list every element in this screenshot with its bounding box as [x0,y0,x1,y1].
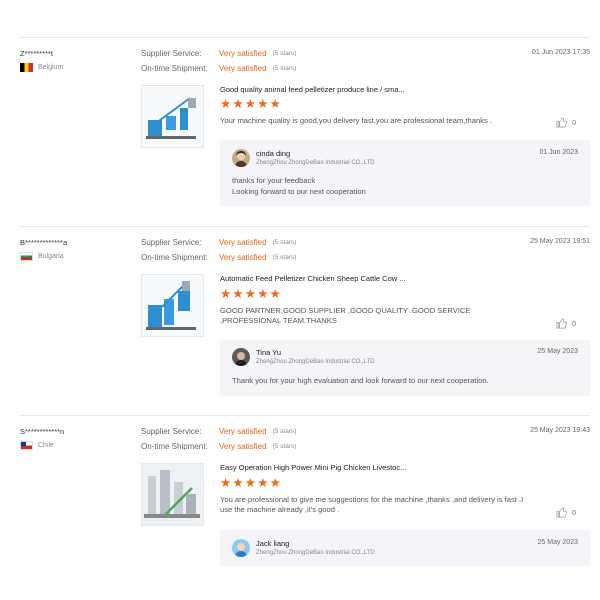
shipment-stars: (5 stars) [272,443,297,450]
reply-date: 25 May 2023 [537,539,578,546]
reply-date: 01 Jun 2023 [539,149,578,156]
product-title-link[interactable]: Easy Operation High Power Mini Pig Chick… [220,463,406,472]
like-button[interactable]: 0 [556,117,576,128]
supplier-service-value: Very satisfied [219,49,267,58]
reply-author: cinda ding [256,149,291,158]
chile-flag-icon [20,441,33,450]
review-card: S************n Chile Supplier Service: V… [0,415,600,595]
supplier-service-label: Supplier Service: [141,238,202,247]
rating-stars: ★★★★★ [220,97,283,111]
shipment-label: On-time Shipment: [141,64,208,73]
supplier-reply: Jack liang ZhengZhou ZhongDeBao Industri… [220,530,590,566]
reply-author: Jack liang [256,539,290,548]
supplier-reply: cinda ding ZhengZhou ZhongDeBao Industri… [220,140,590,206]
buyer-country: Bulgaria [20,252,64,261]
like-button[interactable]: 0 [556,507,576,518]
rating-stars: ★★★★★ [220,287,283,301]
avatar [232,539,250,557]
shipment-stars: (5 stars) [272,254,297,261]
review-date: 01 Jun 2023 17:35 [532,49,590,56]
reply-text-line: Looking forward to our next cooperation [232,187,366,196]
thumbs-up-icon [556,117,567,128]
reply-date: 25 May 2023 [537,348,578,355]
divider [20,415,590,416]
supplier-service-row: Supplier Service: Very satisfied (5 star… [141,238,296,247]
review-comment: You are professional to give me suggesti… [220,495,524,514]
like-count: 0 [572,319,577,328]
supplier-service-stars: (5 stars) [272,50,297,57]
shipment-row: On-time Shipment: Very satisfied (5 star… [141,442,296,451]
shipment-label: On-time Shipment: [141,253,208,262]
rating-stars: ★★★★★ [220,476,283,490]
review-date: 25 May 2023 19:43 [530,427,590,434]
review-comment: Your machine quality is good,you deliver… [220,116,492,125]
avatar [232,149,250,167]
pellet-machine-image [146,97,196,139]
buyer-name: S************n [20,427,65,436]
avatar [232,348,250,366]
supplier-service-stars: (5 stars) [272,428,297,435]
like-button[interactable]: 0 [556,318,576,329]
review-comment: GOOD PARTNER,GOOD SUPPLIER ,GOOD QUALITY… [220,306,471,325]
shipment-value: Very satisfied [219,64,267,73]
pellet-machine-image [146,281,196,330]
supplier-service-value: Very satisfied [219,427,267,436]
supplier-reply: Tina Yu ZhengZhou ZhongDeBao Industrial … [220,340,590,396]
product-title-link[interactable]: Automatic Feed Pelletizer Chicken Sheep … [220,274,406,283]
shipment-stars: (5 stars) [272,65,297,72]
buyer-country: Chile [20,441,54,450]
supplier-service-row: Supplier Service: Very satisfied (5 star… [141,49,296,58]
supplier-service-row: Supplier Service: Very satisfied (5 star… [141,427,296,436]
shipment-value: Very satisfied [219,253,267,262]
product-thumbnail[interactable] [141,85,204,148]
buyer-name: Z*********t [20,49,53,58]
country-label: Belgium [38,64,64,71]
bulgaria-flag-icon [20,252,33,261]
supplier-service-stars: (5 stars) [272,239,297,246]
reply-company: ZhengZhou ZhongDeBao Industrial CO.,LTD [256,550,375,556]
buyer-country: Belgium [20,63,63,72]
reply-company: ZhengZhou ZhongDeBao Industrial CO.,LTD [256,359,375,365]
product-thumbnail[interactable] [141,274,204,337]
reply-company: ZhengZhou ZhongDeBao Industrial CO.,LTD [256,160,375,166]
shipment-value: Very satisfied [219,442,267,451]
supplier-service-label: Supplier Service: [141,49,202,58]
country-label: Bulgaria [38,253,64,260]
divider [20,37,590,38]
supplier-service-label: Supplier Service: [141,427,202,436]
review-date: 25 May 2023 19:51 [530,238,590,245]
reply-text-line: Thank you for your high evaluation and l… [232,376,489,385]
thumbs-up-icon [556,507,567,518]
divider [20,226,590,227]
shipment-label: On-time Shipment: [141,442,208,451]
product-title-link[interactable]: Good quality animal feed pelletizer prod… [220,85,405,94]
like-count: 0 [572,118,577,127]
product-thumbnail[interactable] [141,463,204,526]
like-count: 0 [572,508,577,517]
buyer-name: B*************a [20,238,68,247]
shipment-row: On-time Shipment: Very satisfied (5 star… [141,253,296,262]
review-card: B*************a Bulgaria Supplier Servic… [0,226,600,406]
reply-author: Tina Yu [256,348,282,357]
review-card: Z*********t Belgium Supplier Service: Ve… [0,37,600,217]
thumbs-up-icon [556,318,567,329]
reply-text-line: thanks for your feedback [232,176,316,185]
belgium-flag-icon [20,63,33,72]
supplier-service-value: Very satisfied [219,238,267,247]
feed-plant-image [142,464,203,525]
country-label: Chile [38,442,54,449]
shipment-row: On-time Shipment: Very satisfied (5 star… [141,64,296,73]
